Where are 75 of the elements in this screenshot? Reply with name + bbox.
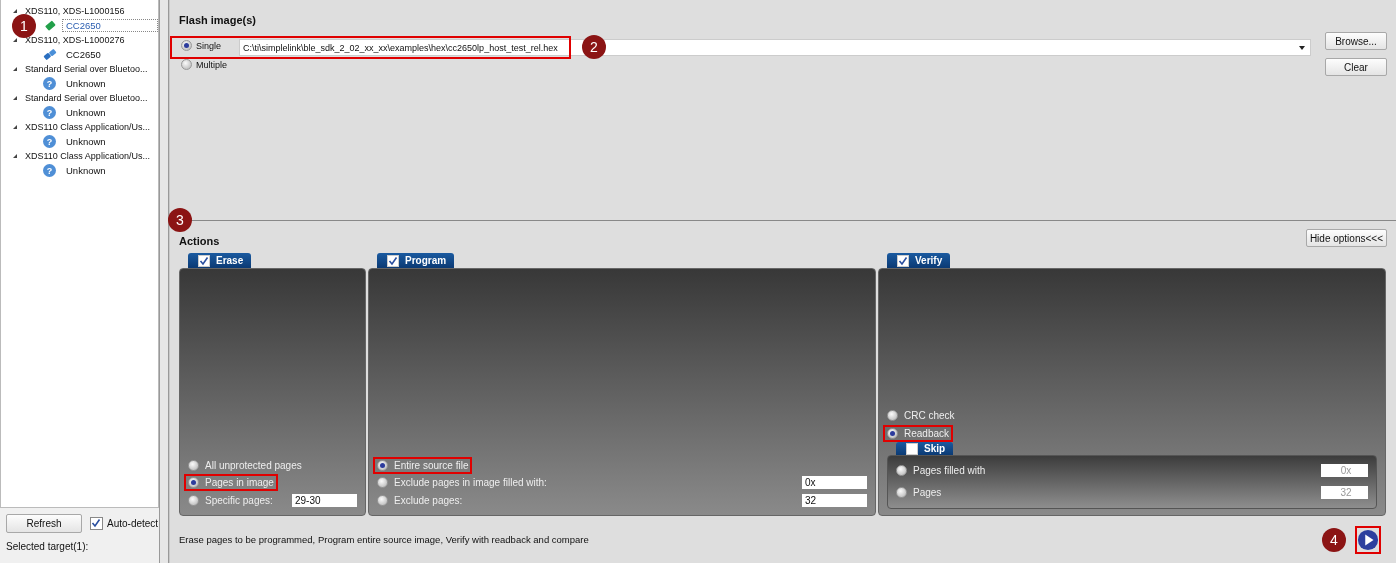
tree-item[interactable]: Unknown bbox=[62, 106, 110, 120]
radio-button[interactable] bbox=[188, 494, 199, 506]
radio-label: CRC check bbox=[904, 410, 955, 422]
panel-tab[interactable]: Verify bbox=[887, 253, 951, 268]
expand-icon[interactable] bbox=[13, 38, 17, 43]
number-field[interactable]: 0x bbox=[802, 476, 867, 490]
radio-button[interactable] bbox=[188, 477, 199, 489]
status-text: Erase pages to be programmed, Program entire source image, Verify with readback and compare bbox=[179, 534, 589, 545]
tree-item[interactable]: XDS110, XDS-L1000276 bbox=[25, 35, 125, 46]
callout-badge: 3 bbox=[168, 208, 192, 232]
tab-label: Erase bbox=[216, 255, 244, 266]
radio-label: Specific pages: bbox=[205, 494, 273, 506]
help-icon: ? bbox=[43, 135, 56, 149]
help-icon: ? bbox=[43, 77, 56, 91]
tree-item[interactable]: Standard Serial over Bluetoo... bbox=[25, 93, 148, 104]
tree-item[interactable]: Unknown bbox=[62, 164, 110, 178]
tree-item[interactable]: Unknown bbox=[62, 77, 110, 91]
panel-tab[interactable]: Skip bbox=[896, 442, 954, 455]
panel-tab[interactable]: Program bbox=[377, 253, 455, 268]
callout-badge: 4 bbox=[1322, 527, 1346, 552]
radio-button[interactable] bbox=[887, 427, 898, 439]
expand-icon[interactable] bbox=[13, 67, 17, 72]
tab-label: Skip bbox=[924, 443, 946, 454]
tree-item[interactable]: XDS110 Class Application/Us... bbox=[25, 151, 150, 162]
checkbox[interactable] bbox=[897, 254, 909, 267]
number-field[interactable]: 29-30 bbox=[292, 493, 357, 507]
file-button[interactable]: Clear bbox=[1325, 58, 1387, 76]
tree-item[interactable]: Standard Serial over Bluetoo... bbox=[25, 64, 148, 75]
radio-label: Exclude pages in image filled with: bbox=[394, 477, 547, 489]
radio-label: Pages in image bbox=[205, 477, 274, 489]
number-field[interactable]: 32 bbox=[802, 493, 867, 507]
expand-icon[interactable] bbox=[13, 154, 17, 159]
radio-button[interactable] bbox=[377, 494, 388, 506]
callout-badge: 2 bbox=[582, 35, 606, 59]
radio-button[interactable] bbox=[181, 40, 192, 51]
checkbox[interactable] bbox=[90, 517, 103, 530]
radio-label: Exclude pages: bbox=[394, 494, 463, 506]
radio-label: Pages filled with bbox=[913, 464, 986, 476]
tree-item[interactable]: CC2650 bbox=[62, 19, 158, 33]
radio-label: Entire source file bbox=[394, 459, 469, 471]
tree-item[interactable]: Unknown bbox=[62, 135, 110, 149]
tab-label: Program bbox=[405, 255, 447, 266]
tree-item[interactable]: CC2650 bbox=[62, 48, 105, 62]
hide-options-button[interactable]: Hide options<<< bbox=[1305, 229, 1387, 247]
checkbox[interactable] bbox=[198, 254, 210, 267]
selected-target-label: Selected target(1): bbox=[6, 541, 90, 552]
radio-button[interactable] bbox=[181, 59, 192, 70]
checkbox-label: Auto-detect bbox=[107, 518, 159, 529]
radio-label: Readback bbox=[904, 427, 950, 439]
checkbox[interactable] bbox=[387, 254, 399, 267]
expand-icon[interactable] bbox=[13, 96, 17, 101]
expand-icon[interactable] bbox=[13, 125, 17, 130]
tab-label: Verify bbox=[915, 255, 943, 266]
panel-tab[interactable]: Erase bbox=[188, 253, 252, 268]
radio-button[interactable] bbox=[887, 410, 898, 422]
radio-label: Multiple bbox=[196, 59, 227, 70]
radio-label: All unprotected pages bbox=[205, 459, 302, 471]
radio-label: Pages bbox=[913, 486, 942, 498]
callout-badge: 1 bbox=[12, 13, 36, 38]
refresh-button[interactable]: Refresh bbox=[6, 514, 82, 533]
help-icon: ? bbox=[43, 106, 56, 120]
checkbox[interactable] bbox=[906, 442, 918, 455]
radio-button[interactable] bbox=[377, 477, 388, 489]
radio-label: Single bbox=[196, 40, 222, 51]
splitter-handle[interactable] bbox=[159, 0, 169, 563]
run-button[interactable] bbox=[1355, 525, 1381, 554]
file-button[interactable]: Browse... bbox=[1325, 32, 1387, 50]
radio-button[interactable] bbox=[377, 459, 388, 471]
help-icon: ? bbox=[43, 164, 56, 178]
section-title: Flash image(s) bbox=[179, 13, 258, 26]
tree-item[interactable]: XDS110 Class Application/Us... bbox=[25, 122, 150, 133]
section-title: Actions bbox=[179, 235, 220, 247]
file-path-text: C:\ti\simplelink\ble_sdk_2_02_xx_xx\examples\hex\cc2650lp_host_test_rel.hex bbox=[242, 42, 558, 53]
dropdown-caret-icon bbox=[1299, 45, 1305, 50]
radio-button[interactable] bbox=[188, 459, 199, 471]
